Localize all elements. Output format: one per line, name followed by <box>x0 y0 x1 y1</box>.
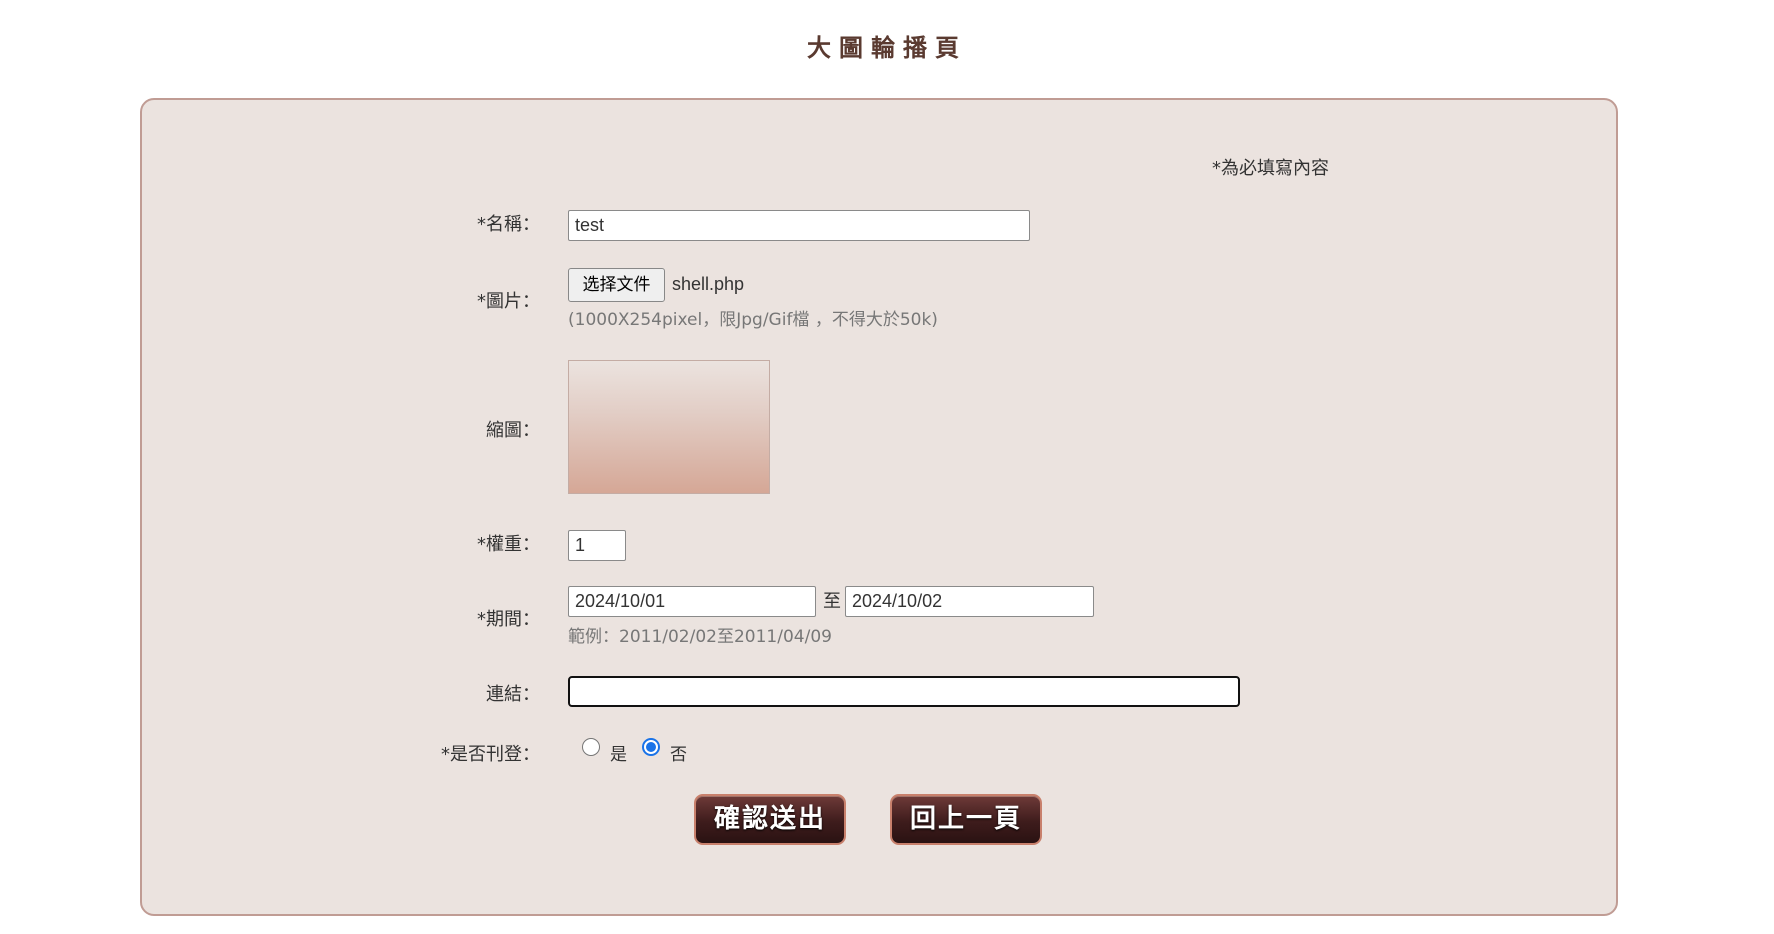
form-panel: *為必填寫內容 *名稱： *圖片： 选择文件 shell.php (1000X2… <box>140 98 1618 916</box>
thumbnail-image <box>568 360 770 494</box>
period-label: *期間： <box>477 609 540 630</box>
name-input[interactable] <box>568 210 1030 241</box>
publish-yes-radio[interactable] <box>582 738 600 756</box>
publish-no-radio[interactable] <box>642 738 660 756</box>
submit-button[interactable]: 確認送出 <box>694 794 846 845</box>
back-button[interactable]: 回上一頁 <box>890 794 1042 845</box>
image-label: *圖片： <box>477 291 540 312</box>
weight-label: *權重： <box>477 534 540 555</box>
choose-file-button[interactable]: 选择文件 <box>568 268 665 302</box>
period-separator: 至 <box>823 591 841 612</box>
period-hint: 範例：2011/02/02至2011/04/09 <box>568 627 832 647</box>
link-input[interactable] <box>568 676 1240 707</box>
period-start-input[interactable] <box>568 586 816 617</box>
publish-label: *是否刊登： <box>441 744 540 765</box>
link-label: 連結： <box>486 684 540 705</box>
period-end-input[interactable] <box>845 586 1094 617</box>
selected-file-name: shell.php <box>672 274 745 294</box>
page-title: 大圖輪播頁 <box>807 34 967 62</box>
publish-yes-label: 是 <box>610 745 627 765</box>
thumbnail-label: 縮圖： <box>486 420 540 441</box>
publish-no-label: 否 <box>670 745 687 765</box>
weight-input[interactable] <box>568 530 626 561</box>
image-hint: (1000X254pixel，限Jpg/Gif檔 ，不得大於50k) <box>568 310 938 330</box>
required-note: *為必填寫內容 <box>1212 158 1329 179</box>
name-label: *名稱： <box>477 214 540 235</box>
